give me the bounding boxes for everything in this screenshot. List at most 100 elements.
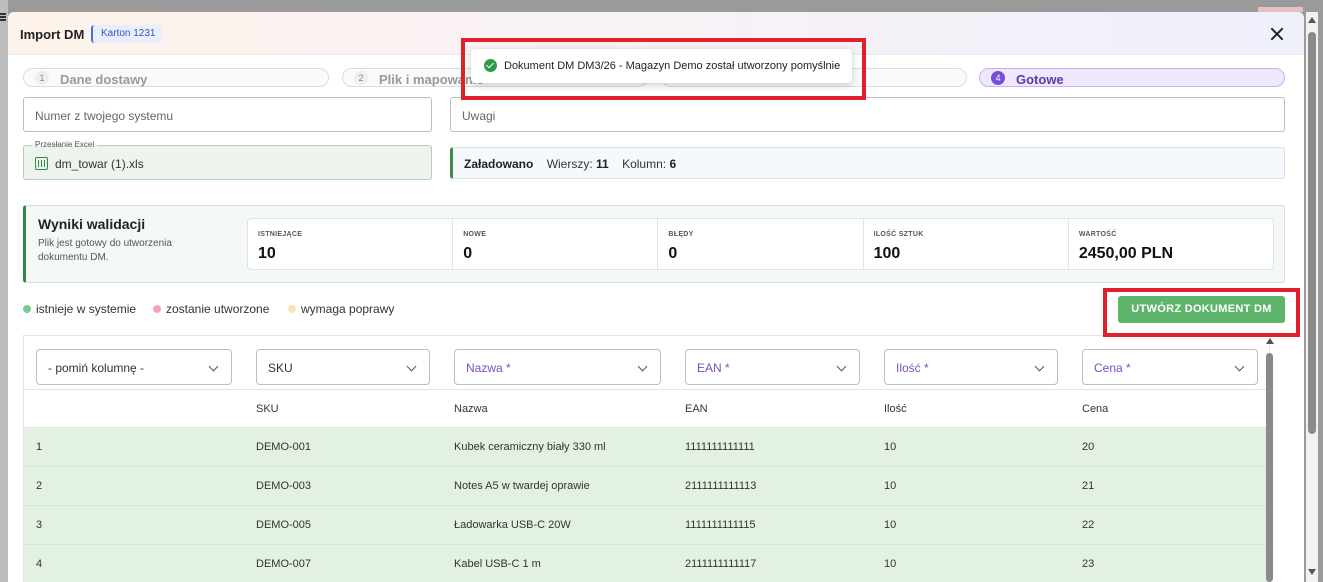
column-header: Nazwa — [454, 403, 488, 415]
column-mapping-select[interactable]: Cena * — [1082, 349, 1258, 385]
validation-stats: ISTNIEJĄCE 10 NOWE 0 BŁĘDY 0 ILOŚĆ SZTUK 100… — [247, 218, 1274, 270]
cell-qty: 10 — [884, 441, 897, 453]
column-mapping-select[interactable]: SKU — [256, 349, 430, 385]
table-row[interactable]: 2 DEMO-003 Notes A5 w twardej oprawie 21… — [24, 467, 1269, 506]
step-1[interactable]: 1 Dane dostawy — [23, 68, 329, 87]
row-index: 3 — [36, 519, 43, 531]
modal-title: Import DM — [20, 27, 85, 42]
cell-ean: 1111111111111 — [685, 441, 755, 453]
field-placeholder: Uwagi — [462, 109, 496, 123]
stat-value-total: WARTOŚĆ 2450,00 PLN — [1069, 219, 1273, 269]
column-header: EAN — [685, 403, 708, 415]
column-mapping-select[interactable]: EAN * — [685, 349, 860, 385]
cell-sku: DEMO-007 — [256, 558, 312, 570]
cell-sku: DEMO-001 — [256, 441, 312, 453]
table-row[interactable]: 1 DEMO-001 Kubek ceramiczny biały 330 ml… — [24, 428, 1269, 467]
row-index: 2 — [36, 480, 43, 492]
table-row[interactable]: 3 DEMO-005 Ładowarka USB-C 20W 111111111… — [24, 506, 1269, 545]
cell-ean: 2111111111117 — [685, 558, 757, 570]
legend-dot — [153, 305, 161, 313]
page-backdrop — [0, 0, 8, 582]
excel-filename: dm_towar (1).xls — [55, 157, 144, 171]
column-mapping-row: - pomiń kolumnę - SKU Nazwa * EAN * Iloś… — [24, 336, 1269, 390]
rows-label: Wierszy: — [546, 157, 593, 171]
chevron-down-icon — [836, 361, 847, 372]
step-label: Gotowe — [1016, 72, 1064, 87]
cols-label: Kolumn: — [622, 157, 667, 171]
cell-sku: DEMO-005 — [256, 519, 312, 531]
cell-sku: DEMO-003 — [256, 480, 312, 492]
step-4[interactable]: 4 Gotowe — [979, 68, 1285, 87]
chevron-down-icon — [637, 361, 648, 372]
stat-label: ILOŚĆ SZTUK — [873, 231, 924, 238]
select-value: Ilość * — [896, 361, 929, 375]
stat-new: NOWE 0 — [453, 219, 659, 269]
chevron-down-icon — [1234, 361, 1245, 372]
cell-name: Ładowarka USB-C 20W — [454, 519, 571, 531]
stat-label: BŁĘDY — [668, 231, 694, 238]
validation-subtitle: Plik jest gotowy do utworzenia dokumentu… — [38, 238, 172, 263]
scroll-thumb[interactable] — [1266, 353, 1273, 582]
cell-price: 22 — [1082, 519, 1095, 531]
rows-count: 11 — [596, 157, 609, 171]
stat-label: WARTOŚĆ — [1078, 231, 1117, 238]
legend-label: zostanie utworzone — [166, 302, 270, 316]
notes-field[interactable]: Uwagi — [450, 97, 1285, 132]
cell-name: Kabel USB-C 1 m — [454, 558, 541, 570]
validation-title: Wyniki walidacji — [38, 216, 146, 232]
row-index: 1 — [36, 441, 43, 453]
stat-value: 100 — [873, 245, 901, 262]
cell-price: 21 — [1082, 480, 1095, 492]
select-value: EAN * — [697, 361, 730, 375]
chevron-down-icon — [1034, 361, 1045, 372]
close-icon[interactable] — [1269, 26, 1285, 42]
select-value: Cena * — [1094, 361, 1131, 375]
step-number: 1 — [35, 71, 49, 85]
carton-badge: Karton 1231 — [91, 25, 162, 43]
external-number-field[interactable]: Numer z twojego systemu — [23, 97, 432, 132]
field-placeholder: Numer z twojego systemu — [35, 109, 174, 123]
page-scrollbar[interactable] — [1306, 12, 1318, 582]
stat-label: NOWE — [463, 231, 487, 238]
excel-file-icon — [35, 157, 48, 170]
excel-upload-field[interactable]: Przesłanie Excel dm_towar (1).xls — [23, 140, 432, 180]
table-row[interactable]: 4 DEMO-007 Kabel USB-C 1 m 2111111111117… — [24, 545, 1269, 582]
legend-dot — [23, 305, 31, 313]
stat-value: 0 — [463, 245, 473, 262]
scroll-up-icon[interactable] — [1266, 338, 1274, 344]
highlight-box — [1103, 288, 1300, 337]
stat-existing: ISTNIEJĄCE 10 — [248, 219, 454, 269]
select-value: SKU — [268, 361, 293, 375]
cell-name: Kubek ceramiczny biały 330 ml — [454, 441, 606, 453]
loaded-summary: Załadowano Wierszy: 11 Kolumn: 6 — [450, 147, 1285, 179]
legend-label: istnieje w systemie — [36, 302, 137, 316]
chevron-down-icon — [208, 361, 219, 372]
scroll-thumb[interactable] — [1308, 32, 1316, 434]
step-number: 4 — [991, 71, 1005, 85]
scroll-down-icon[interactable] — [1308, 569, 1316, 575]
cell-qty: 10 — [884, 480, 897, 492]
cell-ean: 2111111111113 — [685, 480, 757, 492]
cell-qty: 10 — [884, 558, 897, 570]
scroll-up-icon[interactable] — [1308, 17, 1316, 23]
select-value: Nazwa * — [466, 361, 511, 375]
grid-scrollbar[interactable] — [1264, 338, 1276, 582]
column-mapping-select[interactable]: Nazwa * — [454, 349, 661, 385]
table-header: SKU Nazwa EAN Ilość Cena — [24, 390, 1269, 428]
cell-price: 20 — [1082, 441, 1095, 453]
stat-value: 10 — [258, 245, 276, 262]
loaded-label: Załadowano — [464, 157, 534, 171]
cell-ean: 1111111111115 — [685, 519, 756, 531]
column-header: Cena — [1082, 403, 1109, 415]
column-mapping-select[interactable]: Ilość * — [884, 349, 1058, 385]
cell-price: 23 — [1082, 558, 1095, 570]
step-label: Dane dostawy — [60, 72, 148, 87]
cols-count: 6 — [669, 157, 677, 171]
import-grid: - pomiń kolumnę - SKU Nazwa * EAN * Iloś… — [23, 335, 1270, 582]
validation-panel: Wyniki walidacji Plik jest gotowy do utw… — [23, 205, 1285, 283]
stat-value: 2450,00 PLN — [1078, 245, 1174, 262]
menu-icon — [0, 13, 6, 15]
step-number: 2 — [354, 71, 368, 85]
select-value: - pomiń kolumnę - — [48, 361, 145, 375]
column-mapping-select[interactable]: - pomiń kolumnę - — [36, 349, 232, 385]
